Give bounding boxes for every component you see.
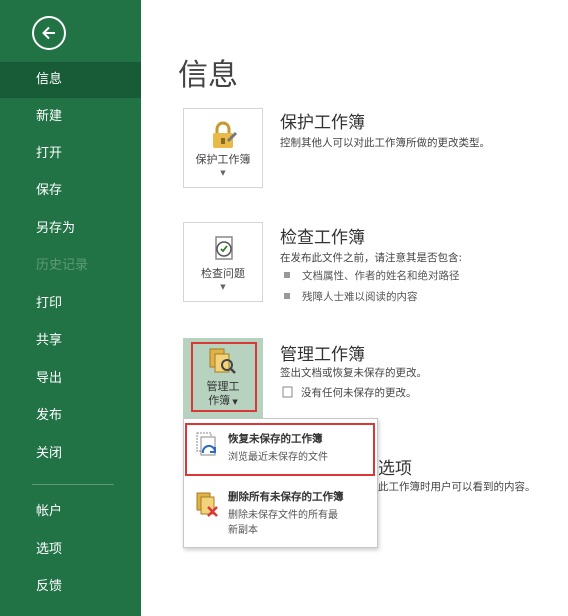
nav-info[interactable]: 信息 xyxy=(0,62,141,98)
delete-unsaved-title: 删除所有未保存的工作簿 xyxy=(228,491,344,503)
lock-icon xyxy=(213,121,238,148)
document-icon xyxy=(282,386,293,398)
nav-open[interactable]: 打开 xyxy=(0,136,141,172)
manage-desc: 签出文档或恢复未保存的更改。 xyxy=(280,367,427,379)
back-button[interactable] xyxy=(32,16,66,50)
inspect-bullet: 残障人士难以阅读的内容 xyxy=(284,289,418,304)
inspect-desc: 在发布此文件之前，请注意其是否包含: xyxy=(280,252,463,264)
nav-save-as[interactable]: 另存为 xyxy=(0,211,141,247)
browser-options-desc: 此工作簿时用户可以看到的内容。 xyxy=(378,481,536,493)
browser-options-title: 选项 xyxy=(378,459,412,479)
dropdown-caret-icon: ▼ xyxy=(220,283,226,291)
inspect-button-label: 检查问题 xyxy=(201,267,245,280)
manage-title: 管理工作簿 xyxy=(280,345,365,365)
manage-status: 没有任何未保存的更改。 xyxy=(282,385,417,400)
sidebar-divider xyxy=(32,484,114,485)
back-arrow-icon xyxy=(42,26,55,40)
delete-unsaved-sub-line2: 新副本 xyxy=(228,525,258,536)
nav-history: 历史记录 xyxy=(36,258,89,273)
nav-feedback[interactable]: 反馈 xyxy=(0,569,141,605)
inspect-title: 检查工作簿 xyxy=(280,228,365,248)
annotation-highlight-box xyxy=(191,342,257,412)
protect-title: 保护工作簿 xyxy=(280,113,365,133)
inspect-bullet: 文档属性、作者的姓名和绝对路径 xyxy=(284,268,460,283)
page-title: 信息 xyxy=(178,58,238,93)
nav-publish[interactable]: 发布 xyxy=(0,398,141,434)
delete-file-icon xyxy=(196,492,218,517)
delete-unsaved-sub-line1: 删除未保存文件的所有最 xyxy=(228,510,338,521)
nav-save[interactable]: 保存 xyxy=(0,173,141,209)
inspect-workbook-button[interactable]: 检查问题 ▼ xyxy=(183,222,263,302)
nav-export[interactable]: 导出 xyxy=(0,361,141,397)
nav-share[interactable]: 共享 xyxy=(0,323,141,359)
nav-print[interactable]: 打印 xyxy=(0,286,141,322)
protect-desc: 控制其他人可以对此工作簿所做的更改类型。 xyxy=(280,137,490,149)
delete-unsaved-item[interactable]: 删除所有未保存的工作簿 删除未保存文件的所有最 新副本 xyxy=(184,485,377,545)
nav-close[interactable]: 关闭 xyxy=(0,436,141,472)
protect-workbook-button[interactable]: 保护工作簿 ▼ xyxy=(183,108,263,188)
annotation-highlight-box xyxy=(185,423,375,476)
nav-account[interactable]: 帐户 xyxy=(0,494,141,530)
backstage-sidebar: 信息 新建 打开 保存 另存为 历史记录 打印 共享 导出 发布 关闭 帐户 选… xyxy=(0,0,141,616)
nav-options[interactable]: 选项 xyxy=(0,532,141,568)
dropdown-caret-icon: ▼ xyxy=(220,169,226,177)
protect-button-label: 保护工作簿 xyxy=(195,153,251,166)
inspect-document-icon xyxy=(215,236,233,260)
nav-new[interactable]: 新建 xyxy=(0,99,141,135)
